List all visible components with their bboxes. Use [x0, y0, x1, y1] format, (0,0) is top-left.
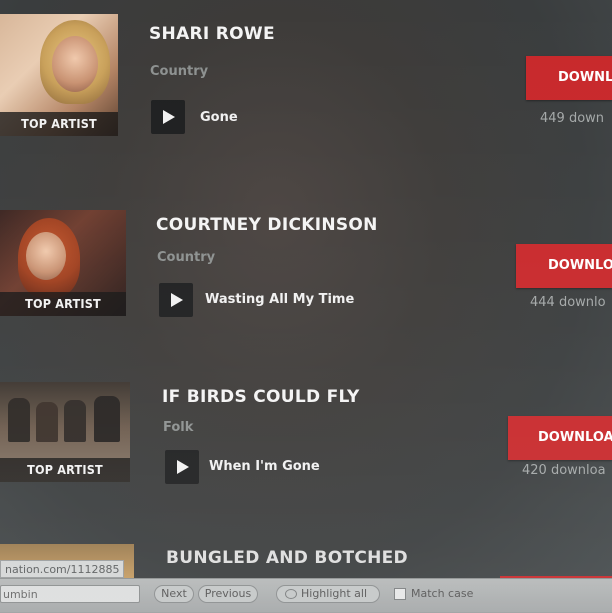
artist-photo[interactable]: TOP ARTIST: [0, 382, 130, 482]
artist-genre[interactable]: Country: [157, 250, 215, 265]
artist-photo[interactable]: TOP ARTIST: [0, 210, 126, 316]
download-count: 420 downloa: [522, 463, 606, 478]
download-button[interactable]: DOWNLO: [516, 244, 612, 288]
status-url: nation.com/1112885: [0, 560, 124, 578]
highlight-all-button[interactable]: Highlight all: [276, 585, 380, 603]
top-artist-badge: TOP ARTIST: [0, 112, 118, 136]
top-artist-badge: TOP ARTIST: [0, 292, 126, 316]
download-button[interactable]: DOWNL: [526, 56, 612, 100]
artist-genre[interactable]: Country: [150, 64, 208, 79]
match-case-label: Match case: [411, 587, 474, 600]
play-icon: [171, 293, 183, 307]
play-icon: [163, 110, 175, 124]
match-case-checkbox[interactable]: [394, 588, 406, 600]
song-title[interactable]: Gone: [200, 110, 238, 125]
find-input[interactable]: umbin: [0, 585, 140, 603]
find-previous-button[interactable]: Previous: [198, 585, 258, 603]
download-count: 444 downlo: [530, 295, 606, 310]
artist-genre[interactable]: Folk: [163, 420, 193, 435]
top-artist-badge: TOP ARTIST: [0, 458, 130, 482]
play-button[interactable]: [151, 100, 185, 134]
download-button[interactable]: DOWNLOAD: [508, 416, 612, 460]
play-button[interactable]: [159, 283, 193, 317]
find-next-button[interactable]: Next: [154, 585, 194, 603]
download-count: 449 down: [540, 111, 605, 126]
play-icon: [177, 460, 189, 474]
highlight-icon: [285, 589, 297, 599]
play-button[interactable]: [165, 450, 199, 484]
artist-photo[interactable]: TOP ARTIST: [0, 14, 118, 136]
find-bar: umbin Next Previous Highlight all Match …: [0, 578, 612, 613]
song-title[interactable]: Wasting All My Time: [205, 292, 354, 307]
highlight-all-label: Highlight all: [301, 587, 368, 600]
artist-name[interactable]: SHARI ROWE: [149, 24, 275, 44]
artist-name[interactable]: BUNGLED AND BOTCHED: [166, 548, 408, 568]
song-title[interactable]: When I'm Gone: [209, 459, 320, 474]
artist-name[interactable]: COURTNEY DICKINSON: [156, 215, 378, 235]
artist-name[interactable]: IF BIRDS COULD FLY: [162, 387, 360, 407]
